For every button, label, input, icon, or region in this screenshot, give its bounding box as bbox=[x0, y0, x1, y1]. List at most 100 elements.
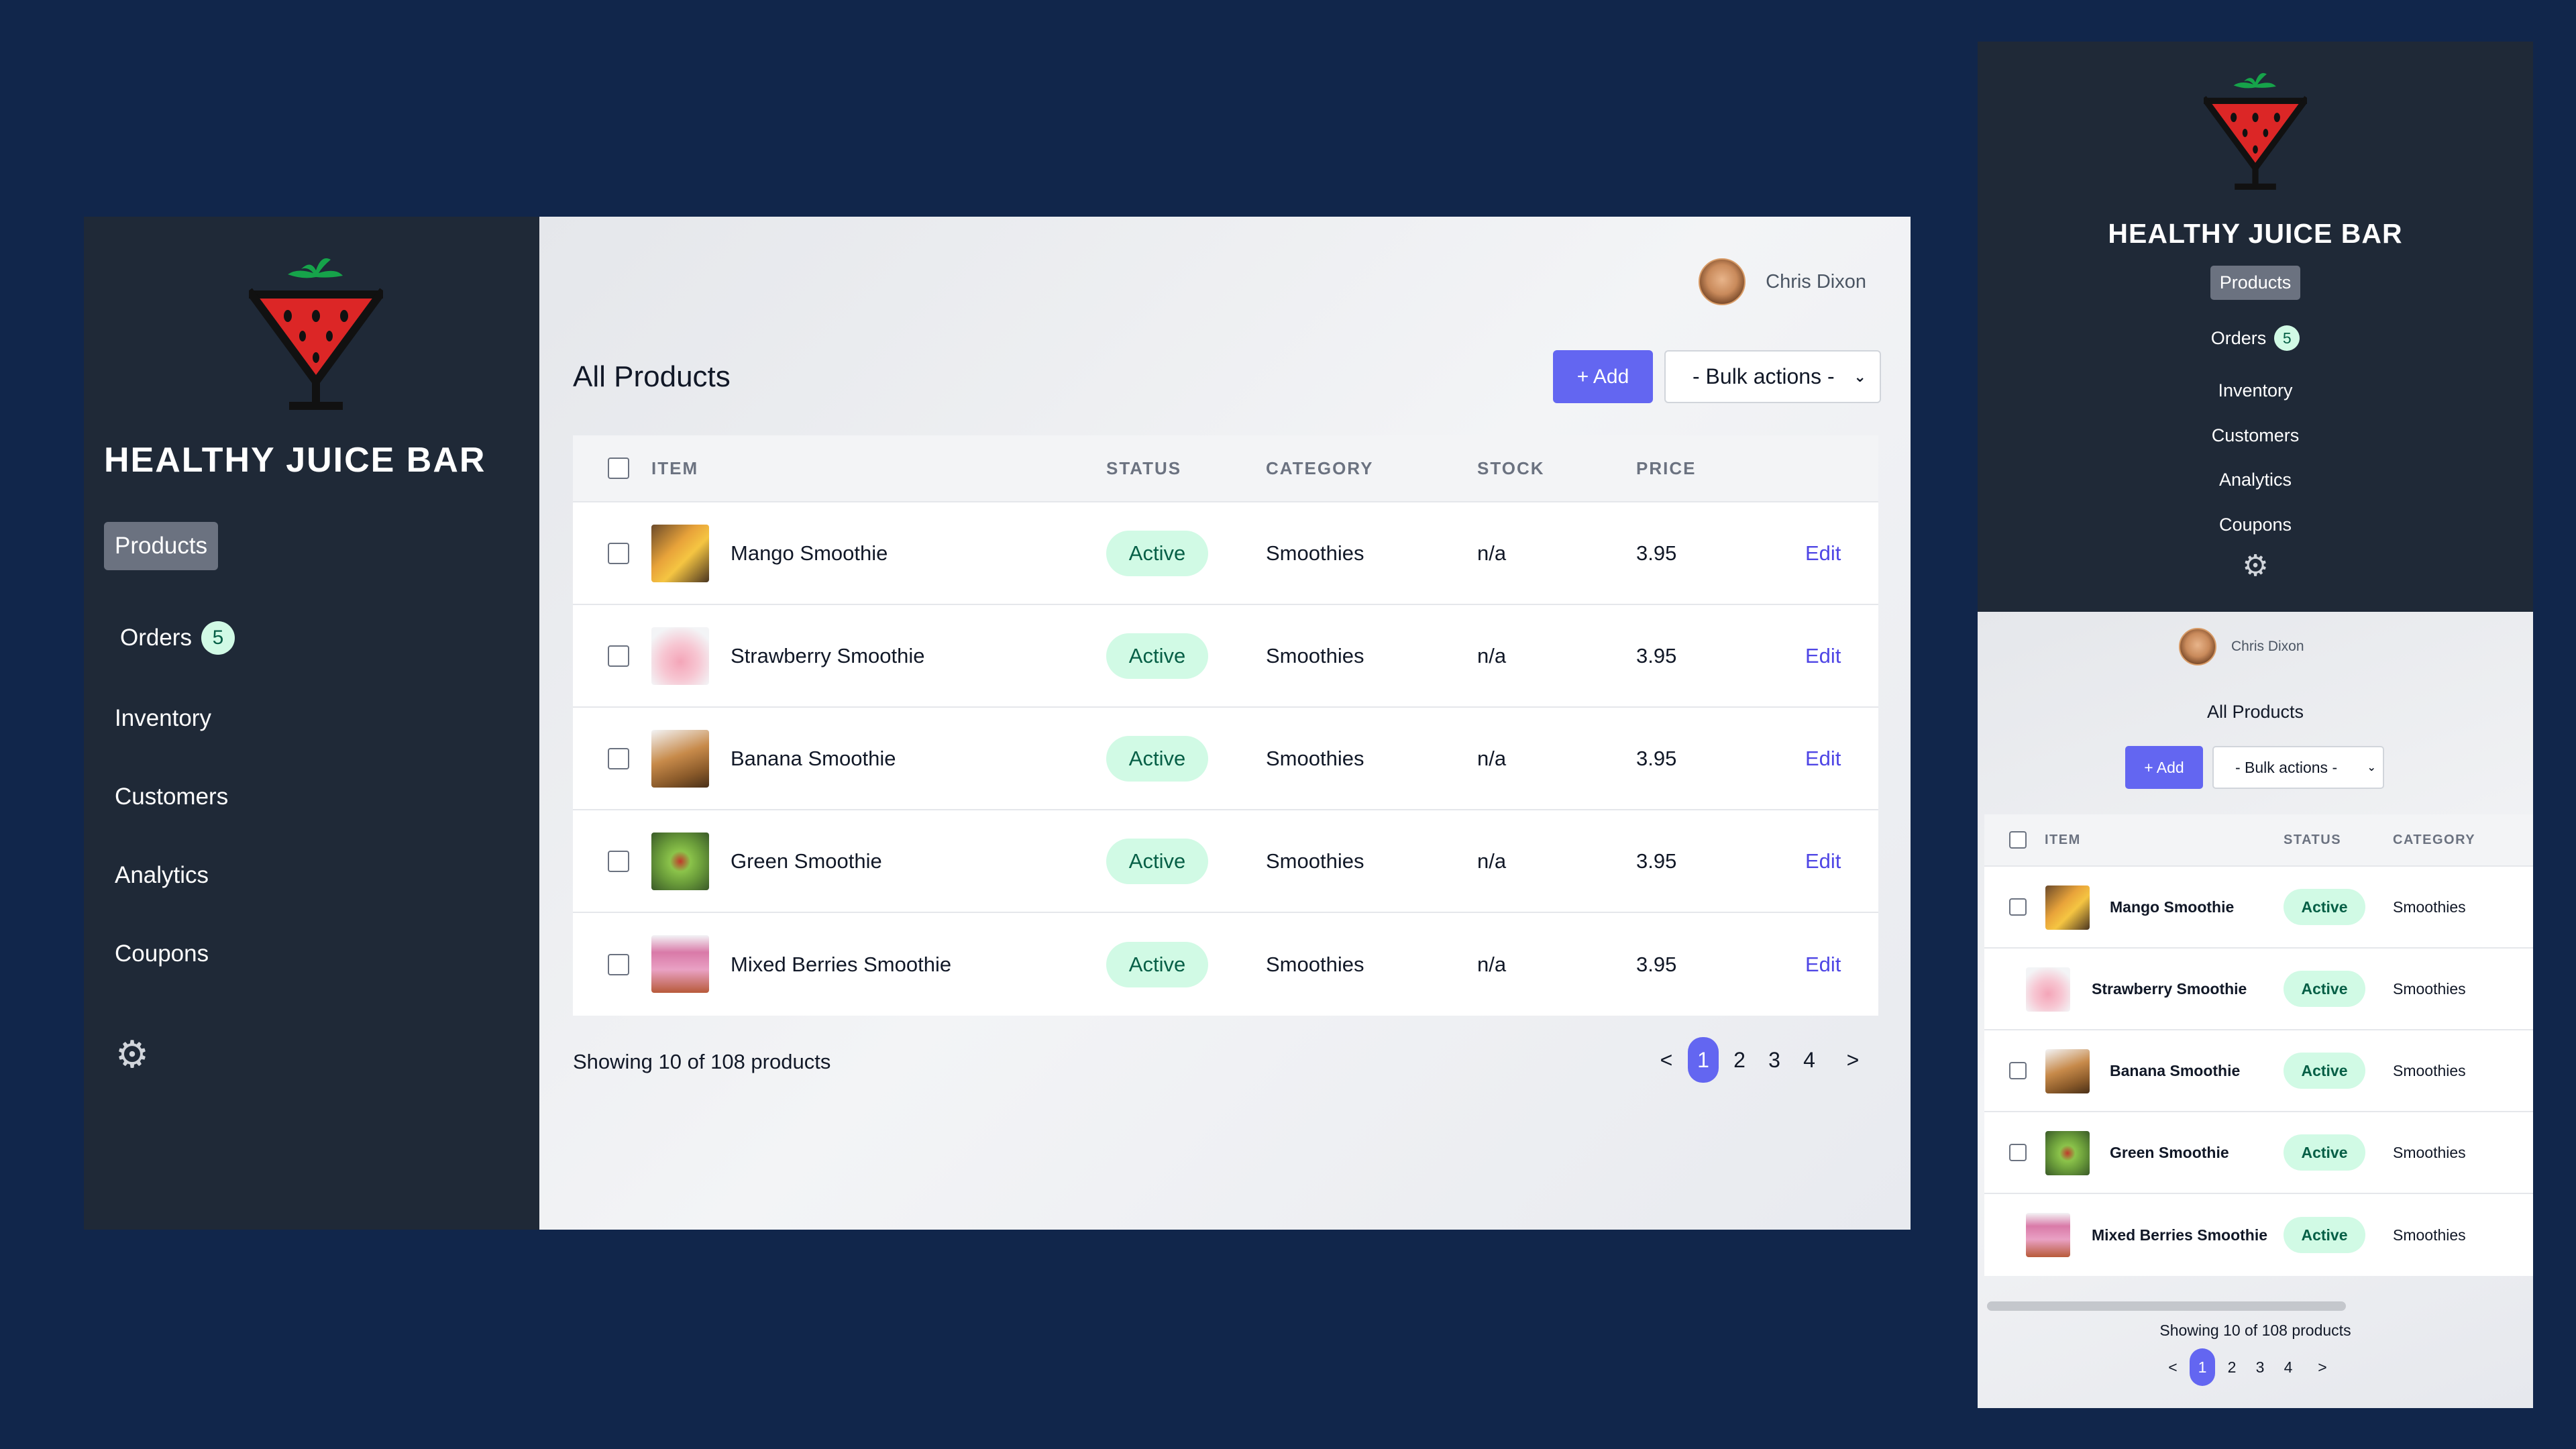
column-header-item: ITEM bbox=[651, 458, 699, 478]
pagination-page-3[interactable]: 3 bbox=[2246, 1348, 2274, 1386]
pagination-next[interactable]: > bbox=[2302, 1348, 2343, 1386]
select-all-checkbox[interactable] bbox=[2009, 831, 2027, 849]
chevron-down-icon: ⌄ bbox=[1854, 368, 1866, 385]
select-all-checkbox[interactable] bbox=[608, 458, 629, 479]
mobile-nav-item-customers[interactable]: Customers bbox=[2202, 419, 2309, 453]
product-thumbnail bbox=[2045, 885, 2090, 930]
edit-link[interactable]: Edit bbox=[1805, 502, 1841, 604]
avatar bbox=[2179, 628, 2216, 665]
product-price: 3.95 bbox=[1636, 849, 1677, 873]
product-thumbnail bbox=[2045, 1049, 2090, 1093]
product-thumbnail bbox=[651, 833, 709, 890]
pagination-prev[interactable]: < bbox=[2159, 1348, 2187, 1386]
page-title: All Products bbox=[573, 360, 731, 393]
mobile-nav-item-products[interactable]: Products bbox=[2210, 266, 2301, 300]
pagination-page-1[interactable]: 1 bbox=[1688, 1037, 1719, 1083]
column-header-category: CATEGORY bbox=[1266, 458, 1374, 478]
row-checkbox[interactable] bbox=[2009, 1144, 2027, 1161]
table-row: Mango Smoothie Active Smoothies bbox=[1984, 867, 2533, 949]
product-stock: n/a bbox=[1477, 849, 1507, 873]
sidebar-item-analytics[interactable]: Analytics bbox=[104, 851, 219, 900]
mobile-nav-item-coupons[interactable]: Coupons bbox=[2210, 508, 2301, 542]
product-thumbnail bbox=[651, 627, 709, 685]
product-name: Banana Smoothie bbox=[2110, 1061, 2241, 1079]
product-name: Green Smoothie bbox=[2110, 1143, 2229, 1161]
pagination-page-2[interactable]: 2 bbox=[1723, 1037, 1756, 1083]
row-checkbox[interactable] bbox=[2009, 898, 2027, 916]
sidebar-item-customers[interactable]: Customers bbox=[104, 773, 239, 821]
sidebar: HEALTHY JUICE BAR Products Orders 5 Inve… bbox=[84, 217, 539, 1230]
product-name: Strawberry Smoothie bbox=[731, 643, 925, 667]
sidebar-item-inventory[interactable]: Inventory bbox=[104, 694, 222, 743]
product-thumbnail bbox=[651, 730, 709, 788]
mobile-nav-item-orders[interactable]: Orders 5 bbox=[2202, 319, 2310, 358]
edit-link[interactable]: Edit bbox=[1805, 708, 1841, 809]
logo-icon bbox=[249, 250, 383, 411]
product-category: Smoothies bbox=[1266, 952, 1364, 976]
table-header: ITEM STATUS CATEGORY bbox=[1984, 814, 2533, 867]
table-row: Mixed Berries Smoothie Active Smoothies bbox=[1984, 1194, 2533, 1276]
add-button[interactable]: + Add bbox=[2125, 746, 2203, 789]
status-badge: Active bbox=[2284, 1217, 2365, 1253]
row-checkbox[interactable] bbox=[2009, 1062, 2027, 1079]
pagination-page-3[interactable]: 3 bbox=[1758, 1037, 1791, 1083]
product-thumbnail bbox=[651, 525, 709, 582]
user-menu[interactable]: Chris Dixon bbox=[1699, 258, 1866, 305]
pagination-page-4[interactable]: 4 bbox=[1792, 1037, 1826, 1083]
nav-item-label: Orders bbox=[2210, 327, 2267, 348]
pagination-next[interactable]: > bbox=[1827, 1037, 1878, 1083]
gear-icon[interactable]: ⚙ bbox=[1978, 551, 2533, 581]
edit-link[interactable]: Edit bbox=[1805, 810, 1841, 912]
sidebar-item-coupons[interactable]: Coupons bbox=[104, 930, 219, 978]
pagination: < 1 2 3 4 > bbox=[1646, 1037, 1880, 1083]
mobile-nav-item-analytics[interactable]: Analytics bbox=[2210, 463, 2301, 497]
nav-item-label: Inventory bbox=[2218, 380, 2293, 400]
sidebar-item-label: Products bbox=[115, 533, 208, 559]
pagination-prev[interactable]: < bbox=[1646, 1037, 1686, 1083]
product-category: Smoothies bbox=[1266, 541, 1364, 565]
horizontal-scrollbar[interactable] bbox=[1987, 1301, 2346, 1311]
edit-link[interactable]: Edit bbox=[1805, 913, 1841, 1016]
nav-item-label: Products bbox=[2219, 272, 2292, 292]
main-content: Chris Dixon All Products + Add - Bulk ac… bbox=[539, 217, 1911, 1230]
sidebar-item-orders[interactable]: Orders 5 bbox=[109, 612, 246, 664]
desktop-view: HEALTHY JUICE BAR Products Orders 5 Inve… bbox=[84, 217, 1911, 1230]
bulk-actions-select[interactable]: - Bulk actions - ⌄ bbox=[2212, 746, 2384, 789]
mobile-nav-item-inventory[interactable]: Inventory bbox=[2208, 374, 2302, 408]
column-header-item: ITEM bbox=[2045, 832, 2081, 847]
status-badge: Active bbox=[2284, 889, 2365, 925]
gear-icon[interactable]: ⚙ bbox=[113, 1036, 151, 1073]
chevron-down-icon: ⌄ bbox=[2367, 761, 2377, 773]
status-badge: Active bbox=[1106, 838, 1208, 884]
row-checkbox[interactable] bbox=[608, 645, 629, 667]
edit-link[interactable]: Edit bbox=[1805, 605, 1841, 706]
row-checkbox[interactable] bbox=[608, 542, 629, 564]
product-category: Smoothies bbox=[1266, 849, 1364, 873]
sidebar-item-products[interactable]: Products bbox=[104, 522, 219, 570]
product-name: Mango Smoothie bbox=[731, 541, 888, 565]
column-header-stock: STOCK bbox=[1477, 458, 1545, 478]
add-button[interactable]: + Add bbox=[1553, 350, 1653, 403]
nav-item-label: Analytics bbox=[2218, 470, 2292, 490]
sidebar-item-label: Analytics bbox=[115, 862, 209, 888]
row-checkbox[interactable] bbox=[608, 747, 629, 769]
sidebar-item-label: Coupons bbox=[115, 941, 209, 967]
bulk-actions-select[interactable]: - Bulk actions - ⌄ bbox=[1664, 350, 1881, 403]
product-price: 3.95 bbox=[1636, 643, 1677, 667]
row-checkbox[interactable] bbox=[608, 850, 629, 872]
row-checkbox[interactable] bbox=[608, 953, 629, 975]
results-summary: Showing 10 of 108 products bbox=[2159, 1322, 2351, 1339]
product-name: Mixed Berries Smoothie bbox=[2092, 1226, 2268, 1244]
pagination-page-2[interactable]: 2 bbox=[2218, 1348, 2246, 1386]
product-category: Smoothies bbox=[2393, 1143, 2466, 1161]
product-stock: n/a bbox=[1477, 643, 1507, 667]
product-stock: n/a bbox=[1477, 746, 1507, 770]
status-badge: Active bbox=[1106, 633, 1208, 679]
user-name: Chris Dixon bbox=[1766, 270, 1866, 292]
pagination-page-1[interactable]: 1 bbox=[2190, 1348, 2215, 1386]
pagination-page-4[interactable]: 4 bbox=[2274, 1348, 2302, 1386]
logo-icon bbox=[2204, 65, 2307, 193]
user-menu[interactable]: Chris Dixon bbox=[2179, 628, 2304, 665]
table-row: Green Smoothie Active Smoothies bbox=[1984, 1112, 2533, 1194]
product-name: Strawberry Smoothie bbox=[2092, 979, 2247, 998]
